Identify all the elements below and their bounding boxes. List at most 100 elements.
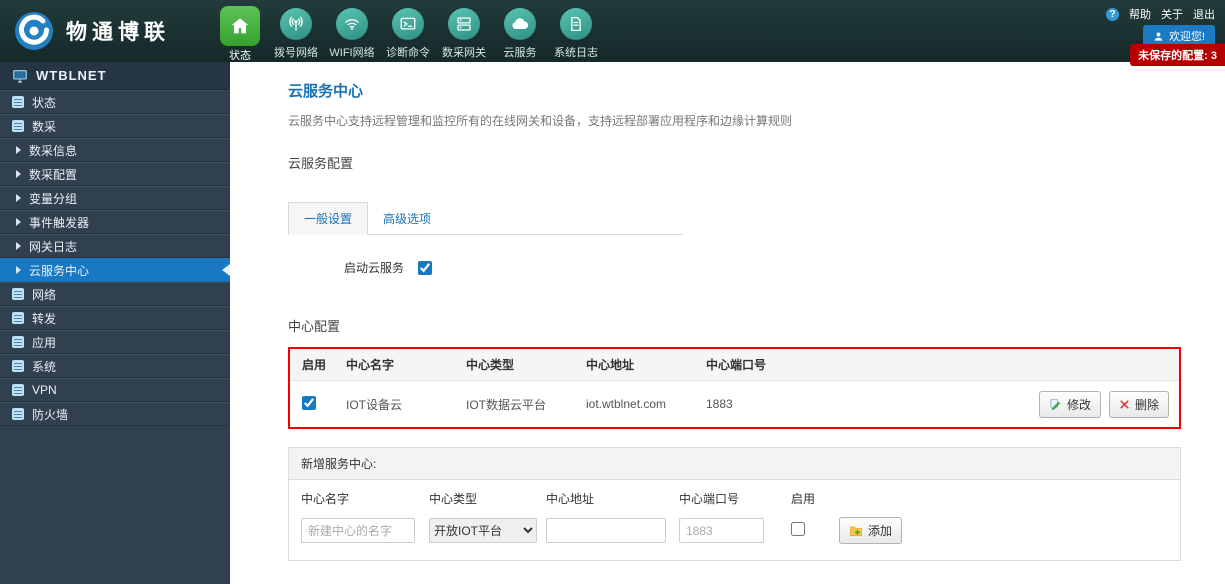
sidebar-item-label: 防火墙: [32, 406, 68, 423]
sidebar-item-label: 网络: [32, 286, 56, 303]
sidebar-item-event-trigger[interactable]: 事件触发器: [0, 210, 230, 234]
sidebar-item-label: VPN: [32, 383, 57, 397]
sidebar-item-label: 数采信息: [29, 142, 77, 159]
row-center-address: iot.wtblnet.com: [586, 397, 706, 411]
nav-item-status[interactable]: 状态: [212, 4, 268, 62]
edit-button-label: 修改: [1067, 396, 1091, 413]
new-center-type-select[interactable]: 开放IOT平台: [429, 518, 537, 543]
new-center-address-input[interactable]: [546, 518, 666, 543]
nav-label: 诊断命令: [386, 44, 430, 60]
nav-label: WIFI网络: [329, 44, 374, 60]
settings-tabbar: 一般设置 高级选项: [288, 202, 683, 235]
sidebar-item-firewall[interactable]: 防火墙: [0, 402, 230, 426]
center-config-table: 启用 中心名字 中心类型 中心地址 中心端口号 IOT设备云 IOT数据云平台 …: [288, 347, 1181, 429]
nav-label: 云服务: [504, 44, 537, 60]
sidebar-header: WTBLNET: [0, 62, 230, 90]
center-config-heading: 中心配置: [288, 316, 1181, 335]
column-header-address: 中心地址: [586, 356, 706, 373]
new-center-port-input[interactable]: [679, 518, 764, 543]
add-form-inputs: 开放IOT平台 添加: [289, 511, 1180, 560]
sidebar-item-gateway-log[interactable]: 网关日志: [0, 234, 230, 258]
add-folder-icon: [849, 524, 863, 538]
arrow-right-icon: [16, 194, 21, 202]
about-link[interactable]: 关于: [1161, 6, 1183, 22]
menu-icon: [12, 336, 24, 348]
main-content: 云服务中心 云服务中心支持远程管理和监控所有的在线网关和设备，支持远程部署应用程…: [230, 62, 1225, 584]
sidebar-item-network[interactable]: 网络: [0, 282, 230, 306]
page-title: 云服务中心: [288, 80, 1181, 101]
sidebar-item-system[interactable]: 系统: [0, 354, 230, 378]
top-nav: 状态 拨号网络 WIFI网络 诊断命令 数采网关: [212, 0, 604, 62]
table-row: IOT设备云 IOT数据云平台 iot.wtblnet.com 1883 修改: [290, 381, 1179, 427]
topbar: 物通博联 状态 拨号网络 WIFI网络 诊断命令: [0, 0, 1225, 62]
monitor-icon: [12, 68, 28, 84]
enable-cloud-label: 启动云服务: [344, 259, 404, 276]
nav-item-wifi-network[interactable]: WIFI网络: [324, 4, 380, 62]
help-icon[interactable]: [1106, 8, 1119, 21]
edit-button[interactable]: 修改: [1039, 391, 1101, 418]
log-file-icon: [560, 8, 592, 40]
nav-item-data-gateway[interactable]: 数采网关: [436, 4, 492, 62]
nav-item-cloud-service[interactable]: 云服务: [492, 4, 548, 62]
unsaved-config-badge: 未保存的配置: 3: [1130, 44, 1225, 66]
arrow-right-icon: [16, 266, 21, 274]
add-label-name: 中心名字: [301, 490, 429, 507]
tab-advanced-options[interactable]: 高级选项: [368, 203, 446, 234]
delete-button-label: 删除: [1135, 396, 1159, 413]
column-header-type: 中心类型: [466, 356, 586, 373]
page-description: 云服务中心支持远程管理和监控所有的在线网关和设备，支持远程部署应用程序和边缘计算…: [288, 112, 1181, 129]
sidebar-item-data-info[interactable]: 数采信息: [0, 138, 230, 162]
row-center-port: 1883: [706, 397, 1009, 411]
row-center-type: IOT数据云平台: [466, 396, 586, 413]
sidebar-item-status[interactable]: 状态: [0, 90, 230, 114]
sidebar-item-data-collection[interactable]: 数采: [0, 114, 230, 138]
new-center-enable-checkbox[interactable]: [791, 522, 805, 536]
sidebar-item-label: 数采配置: [29, 166, 77, 183]
cloud-config-heading: 云服务配置: [288, 153, 1181, 172]
sidebar-item-data-config[interactable]: 数采配置: [0, 162, 230, 186]
nav-label: 数采网关: [442, 44, 486, 60]
sidebar-item-label: 转发: [32, 310, 56, 327]
add-form-labels: 中心名字 中心类型 中心地址 中心端口号 启用: [289, 480, 1180, 511]
help-link[interactable]: 帮助: [1129, 6, 1151, 22]
tab-general-settings[interactable]: 一般设置: [288, 202, 368, 235]
user-icon: [1153, 31, 1164, 42]
wifi-icon: [336, 8, 368, 40]
sidebar-item-cloud-service-center[interactable]: 云服务中心: [0, 258, 230, 282]
sidebar-item-label: 网关日志: [29, 238, 77, 255]
sidebar-item-forwarding[interactable]: 转发: [0, 306, 230, 330]
nav-item-system-log[interactable]: 系统日志: [548, 4, 604, 62]
nav-label: 状态: [229, 47, 251, 63]
add-label-address: 中心地址: [546, 490, 679, 507]
add-label-type: 中心类型: [429, 490, 546, 507]
menu-icon: [12, 312, 24, 324]
add-button[interactable]: 添加: [839, 517, 902, 544]
sidebar-item-label: 云服务中心: [29, 262, 89, 279]
sidebar-item-label: 系统: [32, 358, 56, 375]
arrow-right-icon: [16, 170, 21, 178]
nav-item-dial-network[interactable]: 拨号网络: [268, 4, 324, 62]
sidebar-item-application[interactable]: 应用: [0, 330, 230, 354]
arrow-right-icon: [16, 218, 21, 226]
menu-icon: [12, 96, 24, 108]
sidebar-item-label: 状态: [32, 94, 56, 111]
column-header-enable: 启用: [290, 356, 346, 373]
sidebar-item-vpn[interactable]: VPN: [0, 378, 230, 402]
delete-button[interactable]: 删除: [1109, 391, 1169, 418]
row-enable-checkbox[interactable]: [302, 396, 316, 410]
sidebar-item-variable-group[interactable]: 变量分组: [0, 186, 230, 210]
menu-icon: [12, 120, 24, 132]
enable-cloud-checkbox[interactable]: [418, 261, 432, 275]
new-center-name-input[interactable]: [301, 518, 415, 543]
sidebar-item-label: 应用: [32, 334, 56, 351]
antenna-icon: [280, 8, 312, 40]
add-label-port: 中心端口号: [679, 490, 791, 507]
edit-pencil-icon: [1049, 398, 1062, 411]
arrow-right-icon: [16, 242, 21, 250]
nav-label: 系统日志: [554, 44, 598, 60]
logout-link[interactable]: 退出: [1193, 6, 1215, 22]
menu-icon: [12, 384, 24, 396]
sidebar-item-label: 变量分组: [29, 190, 77, 207]
nav-item-diagnostic-command[interactable]: 诊断命令: [380, 4, 436, 62]
menu-icon: [12, 360, 24, 372]
